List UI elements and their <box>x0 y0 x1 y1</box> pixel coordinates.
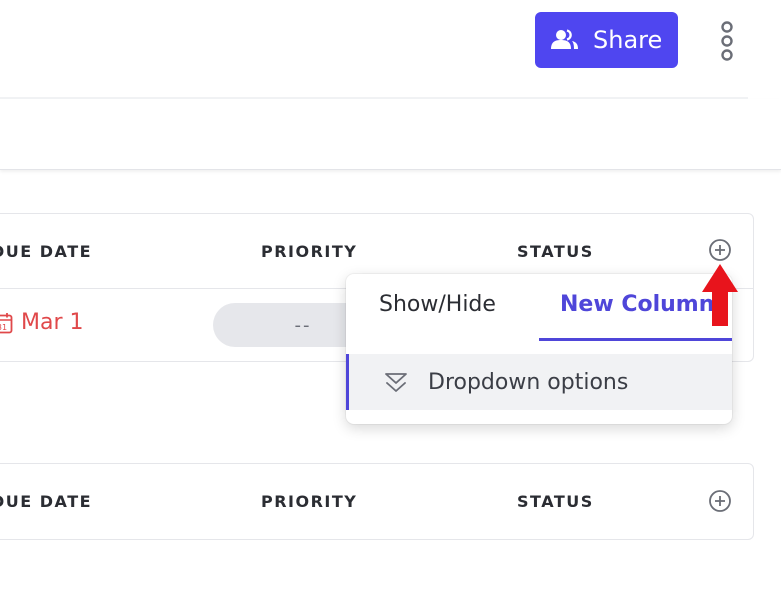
add-column-button[interactable] <box>708 238 732 262</box>
users-icon <box>551 29 579 51</box>
page: Share DUE DATE PRIORITY STATUS 1 Mar 1 -… <box>0 0 781 601</box>
due-date-value: Mar 1 <box>21 310 84 335</box>
tab-show-hide[interactable]: Show/Hide <box>379 292 496 317</box>
share-label: Share <box>593 26 663 54</box>
priority-value: -- <box>294 314 312 336</box>
column-header-status[interactable]: STATUS <box>517 492 594 511</box>
toolbar-strip <box>0 99 781 170</box>
dropdown-chevrons-icon <box>384 372 408 392</box>
dropdown-options-item[interactable]: Dropdown options <box>346 354 732 410</box>
column-header-priority[interactable]: PRIORITY <box>261 492 357 511</box>
add-column-button[interactable] <box>708 489 732 513</box>
task-table: DUE DATE PRIORITY STATUS <box>0 463 754 540</box>
column-header-priority[interactable]: PRIORITY <box>261 242 357 261</box>
dropdown-options-label: Dropdown options <box>428 369 629 395</box>
calendar-icon: 31 <box>0 312 13 334</box>
vertical-dots-icon <box>720 21 734 61</box>
column-header-status[interactable]: STATUS <box>517 242 594 261</box>
more-options-button[interactable] <box>714 20 740 62</box>
column-header-due-date[interactable]: DUE DATE <box>0 242 92 261</box>
plus-circle-icon <box>708 489 732 513</box>
plus-circle-icon <box>708 238 732 262</box>
tab-new-column[interactable]: New Column <box>560 292 714 317</box>
red-up-arrow-icon <box>700 262 740 328</box>
column-settings-popover: Show/Hide New Column Dropdown options <box>346 274 732 424</box>
active-tab-indicator <box>539 338 732 341</box>
column-header-due-date[interactable]: DUE DATE <box>0 492 92 511</box>
share-button[interactable]: Share <box>535 12 678 68</box>
svg-text:31: 31 <box>0 323 7 332</box>
due-date-cell[interactable]: 31 Mar 1 <box>0 310 84 335</box>
